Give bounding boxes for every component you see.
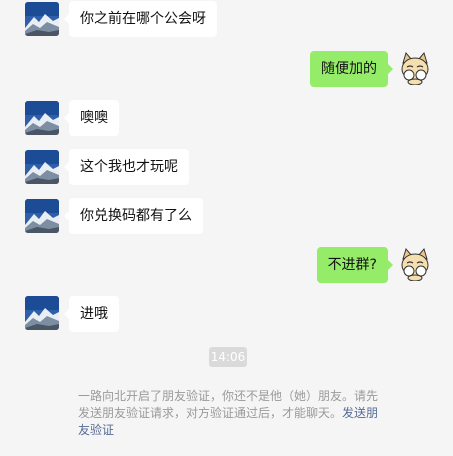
friend-verification-notice: 一路向北开启了朋友验证，你还不是他（她）朋友。请先发送朋友验证请求，对方验证通过… <box>78 388 380 439</box>
contact-avatar[interactable] <box>25 296 59 330</box>
mountain-avatar-icon <box>25 199 59 233</box>
message-bubble[interactable]: 不进群? <box>316 247 394 283</box>
contact-avatar[interactable] <box>25 101 59 135</box>
mountain-avatar-icon <box>25 150 59 184</box>
message-bubble[interactable]: 噢噢 <box>64 100 119 136</box>
contact-avatar[interactable] <box>25 150 59 184</box>
mountain-avatar-icon <box>25 2 59 36</box>
mountain-avatar-icon <box>25 101 59 135</box>
contact-avatar[interactable] <box>25 2 59 36</box>
notice-text: 一路向北开启了朋友验证，你还不是他（她）朋友。请先发送朋友验证请求，对方验证通过… <box>78 389 379 420</box>
cat-avatar-icon <box>398 51 432 85</box>
message-bubble[interactable]: 这个我也才玩呢 <box>64 149 189 185</box>
contact-avatar[interactable] <box>25 199 59 233</box>
message-bubble[interactable]: 你兑换码都有了么 <box>64 198 203 234</box>
message-timestamp: 14:06 <box>209 347 247 367</box>
message-bubble[interactable]: 你之前在哪个公会呀 <box>64 1 217 37</box>
message-bubble[interactable]: 随便加的 <box>310 51 393 87</box>
message-bubble[interactable]: 进哦 <box>64 296 119 332</box>
self-avatar[interactable] <box>398 247 432 281</box>
cat-avatar-icon <box>398 247 432 281</box>
self-avatar[interactable] <box>398 51 432 85</box>
mountain-avatar-icon <box>25 296 59 330</box>
